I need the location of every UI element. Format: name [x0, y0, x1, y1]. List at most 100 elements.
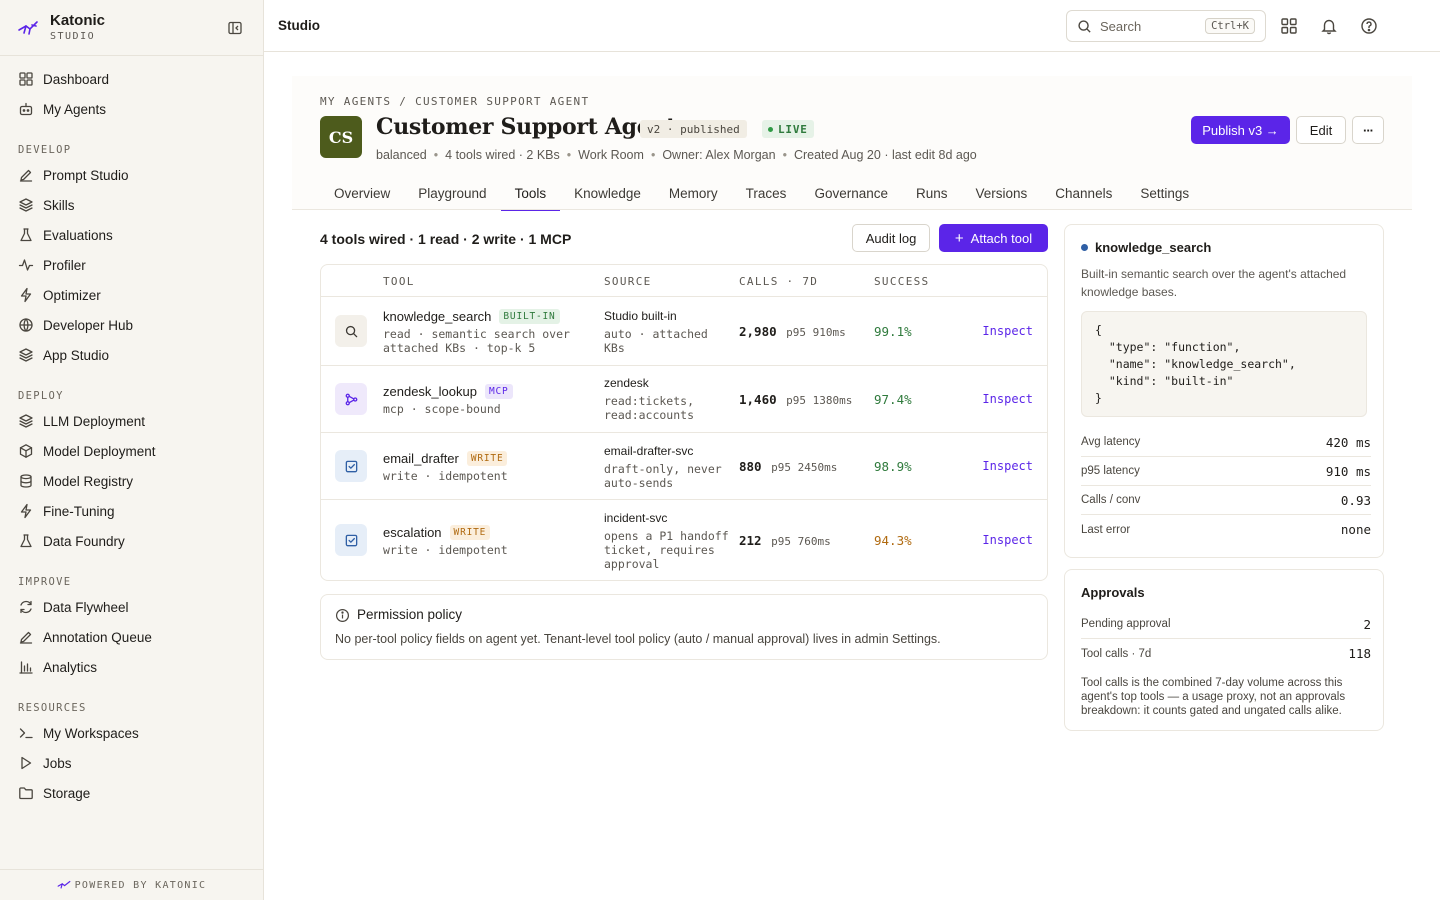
bolt-icon: [20, 503, 32, 519]
tool-source-detail: opens a P1 handoff ticket, requires appr…: [604, 529, 729, 571]
sidebar-collapse-icon[interactable]: [227, 20, 243, 36]
tab-traces[interactable]: Traces: [732, 176, 801, 210]
sidebar-item-my-agents[interactable]: My Agents: [0, 94, 263, 124]
sidebar-item-prompt-studio[interactable]: Prompt Studio: [0, 160, 263, 190]
sidebar-item-annotation-queue[interactable]: Annotation Queue: [0, 622, 263, 652]
sidebar-item-llm-deployment[interactable]: LLM Deployment: [0, 406, 263, 436]
sidebar-nav: Dashboard My Agents DEVELOP Prompt Studio Sk…: [0, 56, 263, 808]
stat-label: Avg latency: [1081, 436, 1141, 448]
table-row[interactable]: email_drafter WRITE write · idempotent emai…: [321, 433, 1047, 500]
inspect-link[interactable]: Inspect: [982, 392, 1033, 406]
help-icon[interactable]: [1360, 17, 1378, 35]
sidebar-item-developer-hub[interactable]: Developer Hub: [0, 310, 263, 340]
sidebar-item-model-deployment[interactable]: Model Deployment: [0, 436, 263, 466]
brand: Katonic STUDIO: [0, 0, 263, 56]
inspect-link[interactable]: Inspect: [982, 533, 1033, 547]
stat-label: Calls / conv: [1081, 494, 1141, 506]
topbar: Studio Search Ctrl+K: [264, 0, 1440, 52]
detail-description: Built-in semantic search over the agent'…: [1081, 267, 1347, 299]
sidebar-item-label: Evaluations: [43, 227, 113, 243]
tab-playground[interactable]: Playground: [404, 176, 500, 210]
tools-table: TOOL SOURCE CALLS · 7D SUCCESS knowledge…: [320, 264, 1048, 581]
sidebar-item-analytics[interactable]: Analytics: [0, 652, 263, 682]
tab-runs[interactable]: Runs: [902, 176, 962, 210]
sidebar-item-label: Data Foundry: [43, 533, 125, 549]
table-row[interactable]: knowledge_search BUILT-IN read · semantic …: [321, 297, 1047, 366]
search-icon: [345, 325, 357, 337]
tab-channels[interactable]: Channels: [1041, 176, 1126, 210]
audit-log-button[interactable]: Audit log: [852, 224, 930, 252]
edit-button[interactable]: Edit: [1296, 116, 1346, 144]
sidebar-item-label: Annotation Queue: [43, 629, 152, 645]
meta-separator: •: [782, 148, 787, 162]
tab-memory[interactable]: Memory: [655, 176, 732, 210]
calls-p95: p95 2450ms: [771, 461, 838, 474]
sidebar-item-jobs[interactable]: Jobs: [0, 748, 263, 778]
tool-success-rate: 94.3%: [874, 533, 912, 548]
tool-source-detail: draft-only, never auto-sends: [604, 462, 722, 490]
robot-icon: [19, 102, 33, 116]
sidebar-item-data-foundry[interactable]: Data Foundry: [0, 526, 263, 556]
edit-icon: [19, 631, 33, 644]
table-row[interactable]: zendesk_lookup MCP mcp · scope-bound zendes…: [321, 366, 1047, 433]
search-shortcut: Ctrl+K: [1205, 18, 1255, 34]
tool-tag: WRITE: [449, 525, 491, 540]
tool-calls: 2,980 p95 910ms: [739, 324, 846, 339]
share-nodes-icon: [345, 393, 357, 405]
layers-icon: [19, 198, 33, 212]
stat-value: 420 ms: [1325, 434, 1371, 450]
tool-name-label: email_drafter: [383, 451, 459, 466]
brand-name: Katonic: [50, 11, 106, 29]
sidebar-item-fine-tuning[interactable]: Fine-Tuning: [0, 496, 263, 526]
sidebar-item-app-studio[interactable]: App Studio: [0, 340, 263, 370]
table-row[interactable]: escalation WRITE write · idempotent inciden…: [321, 500, 1047, 580]
sidebar-item-model-registry[interactable]: Model Registry: [0, 466, 263, 496]
tool-description: mcp · scope-bound: [383, 402, 501, 416]
sidebar-item-label: Model Registry: [43, 473, 134, 489]
tab-settings[interactable]: Settings: [1126, 176, 1203, 210]
database-icon: [20, 474, 32, 488]
grid-icon: [19, 72, 33, 86]
sidebar-item-dashboard[interactable]: Dashboard: [0, 64, 263, 94]
tab-versions[interactable]: Versions: [962, 176, 1042, 210]
inspect-link[interactable]: Inspect: [982, 459, 1033, 473]
tab-governance[interactable]: Governance: [800, 176, 902, 210]
publish-button[interactable]: Publish v3 →: [1191, 116, 1290, 144]
sidebar-item-skills[interactable]: Skills: [0, 190, 263, 220]
tab-tools[interactable]: Tools: [500, 176, 561, 211]
tab-knowledge[interactable]: Knowledge: [560, 176, 655, 210]
meta-separator: •: [433, 148, 439, 162]
tool-name: zendesk_lookup MCP: [383, 384, 513, 399]
apps-grid-icon[interactable]: [1280, 17, 1298, 35]
sidebar-item-label: App Studio: [43, 347, 110, 363]
sidebar-section-improve: IMPROVE: [18, 576, 72, 588]
agent-tabs: Overview Playground Tools Knowledge Memory Tr…: [320, 176, 1203, 211]
policy-title: Permission policy: [357, 607, 463, 622]
footer-text: POWERED BY KATONIC: [74, 879, 207, 891]
sidebar-item-my-workspaces[interactable]: My Workspaces: [0, 718, 263, 748]
tool-source: incident-svc: [604, 511, 668, 525]
sidebar-item-profiler[interactable]: Profiler: [0, 250, 263, 280]
sidebar-item-optimizer[interactable]: Optimizer: [0, 280, 263, 310]
layers-icon: [19, 414, 33, 428]
more-menu-button[interactable]: ···: [1352, 116, 1384, 144]
stat-label: Last error: [1081, 523, 1131, 536]
tool-source: zendesk: [604, 376, 649, 390]
sidebar-item-data-flywheel[interactable]: Data Flywheel: [0, 592, 263, 622]
globe-icon: [19, 318, 33, 332]
breadcrumb[interactable]: MY AGENTS / CUSTOMER SUPPORT AGENT: [320, 95, 589, 108]
detail-title: knowledge_search: [1081, 240, 1211, 255]
bell-icon[interactable]: [1320, 17, 1338, 35]
tab-overview[interactable]: Overview: [320, 176, 404, 210]
attach-tool-button[interactable]: + Attach tool: [939, 224, 1048, 252]
search-input[interactable]: Search Ctrl+K: [1066, 10, 1266, 42]
tool-name-label: zendesk_lookup: [383, 384, 477, 399]
inspect-link[interactable]: Inspect: [982, 324, 1033, 338]
sidebar-item-evaluations[interactable]: Evaluations: [0, 220, 263, 250]
sidebar-item-storage[interactable]: Storage: [0, 778, 263, 808]
sidebar-item-label: Fine-Tuning: [43, 503, 115, 519]
sidebar-item-label: Profiler: [43, 257, 86, 273]
column-header-calls: CALLS · 7D: [739, 274, 819, 288]
tool-icon: [335, 383, 367, 415]
tool-icon: [335, 315, 367, 347]
